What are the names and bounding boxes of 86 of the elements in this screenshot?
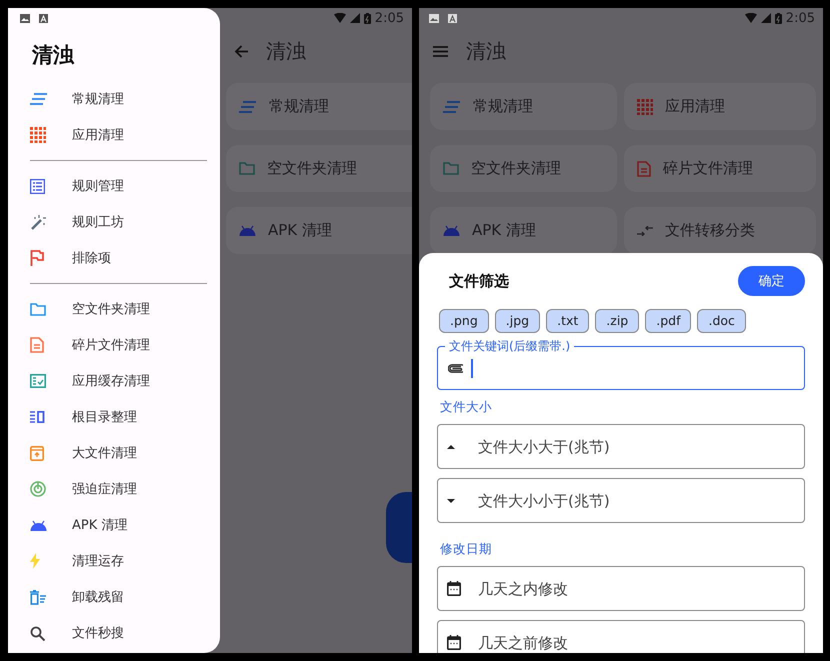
- extension-chip[interactable]: .png: [439, 309, 489, 333]
- folder-icon: [443, 162, 459, 175]
- lines-icon: [239, 100, 257, 112]
- drawer-item[interactable]: 空文件夹清理: [8, 291, 220, 327]
- drawer-item[interactable]: 根目录整理: [8, 399, 220, 435]
- card-label: APK 清理: [268, 221, 332, 240]
- paperclip-icon: [448, 364, 463, 372]
- search-icon: [30, 626, 45, 640]
- sheet-title: 文件筛选: [449, 272, 509, 290]
- card-label: 空文件夹清理: [471, 159, 561, 178]
- drawer-item[interactable]: 常规清理: [8, 81, 220, 117]
- text-cursor: [471, 358, 473, 378]
- font-icon: [39, 14, 48, 22]
- drawer-item[interactable]: 规则管理: [8, 168, 220, 204]
- image-icon: [20, 14, 30, 22]
- floating-label: 文件关键词(后缀需带.): [445, 339, 574, 353]
- back-arrow-icon[interactable]: [234, 44, 248, 58]
- confirm-button[interactable]: 确定: [738, 266, 805, 296]
- font-icon: [448, 14, 457, 22]
- caret-up-icon: [447, 444, 455, 448]
- dots-grid-icon: [30, 127, 46, 143]
- drawer-item[interactable]: 文件秒搜: [8, 615, 220, 651]
- drawer-item[interactable]: 规则工坊: [8, 204, 220, 240]
- lightning-icon: [30, 553, 40, 569]
- radar-icon: [30, 481, 46, 497]
- input-field[interactable]: 文件大小小于(兆节): [437, 478, 805, 523]
- folder-icon: [30, 302, 46, 316]
- battery-icon: [774, 12, 782, 24]
- wifi-icon: [334, 13, 346, 23]
- drawer-item[interactable]: 应用清理: [8, 117, 220, 153]
- wifi-icon: [744, 13, 757, 23]
- drawer-item[interactable]: APK 清理: [8, 507, 220, 543]
- document-icon: [30, 337, 44, 353]
- extension-chip[interactable]: .zip: [595, 309, 640, 333]
- caret-down-icon: [447, 498, 455, 502]
- input-field[interactable]: 文件大小大于(兆节): [437, 424, 805, 469]
- folder-icon: [239, 162, 255, 175]
- drawer-item[interactable]: 应用缓存清理: [8, 363, 220, 399]
- trash-list-icon: [30, 590, 46, 604]
- status-time: 2:05: [374, 10, 404, 26]
- drawer-item[interactable]: 卸载残留: [8, 579, 220, 615]
- app-title: 清浊: [466, 38, 506, 64]
- status-time: 2:05: [786, 10, 815, 26]
- lines-icon: [30, 93, 48, 105]
- signal-icon: [760, 13, 771, 23]
- card-label: APK 清理: [472, 221, 536, 240]
- drawer-item[interactable]: 排除项: [8, 240, 220, 276]
- app-title: 清浊: [266, 38, 306, 64]
- android-icon: [30, 520, 47, 530]
- extension-chip[interactable]: .doc: [697, 309, 746, 333]
- drawer-item[interactable]: 强迫症清理: [8, 471, 220, 507]
- section-heading: 修改日期: [440, 541, 493, 558]
- arrows-icon: [637, 226, 653, 236]
- image-icon: [429, 14, 439, 22]
- drawer-item[interactable]: 清理运存: [8, 543, 220, 579]
- extension-chip[interactable]: .pdf: [645, 309, 692, 333]
- drawer-item[interactable]: 碎片文件清理: [8, 327, 220, 363]
- card-label: 应用清理: [665, 97, 725, 116]
- extension-chip[interactable]: .txt: [546, 309, 590, 333]
- dots-grid-icon: [637, 98, 653, 114]
- document-icon: [637, 160, 651, 176]
- checklist-icon: [30, 374, 46, 388]
- card-label: 文件转移分类: [665, 221, 755, 240]
- section-heading: 文件大小: [440, 399, 493, 416]
- flag-icon: [30, 250, 44, 266]
- input-field[interactable]: 几天之前修改: [437, 620, 805, 653]
- signal-icon: [350, 13, 360, 23]
- lines-icon: [443, 100, 461, 112]
- battery-icon: [364, 12, 371, 24]
- input-field[interactable]: 几天之内修改: [437, 566, 805, 611]
- android-icon: [443, 225, 460, 236]
- card-label: 常规清理: [269, 97, 329, 116]
- calendar-icon: [447, 581, 461, 596]
- drawer-title: 清浊: [30, 42, 76, 69]
- extension-chip[interactable]: .jpg: [494, 309, 540, 333]
- magic-wand-icon: [30, 214, 46, 230]
- columns-icon: [30, 411, 45, 423]
- card-label: 常规清理: [473, 97, 533, 116]
- list-icon: [30, 178, 45, 194]
- android-icon: [239, 225, 256, 236]
- upload-box-icon: [30, 446, 44, 460]
- menu-icon[interactable]: [433, 46, 448, 56]
- calendar-icon: [447, 635, 461, 650]
- drawer-item[interactable]: 大文件清理: [8, 435, 220, 471]
- card-label: 空文件夹清理: [267, 159, 357, 178]
- card-label: 碎片文件清理: [663, 159, 753, 178]
